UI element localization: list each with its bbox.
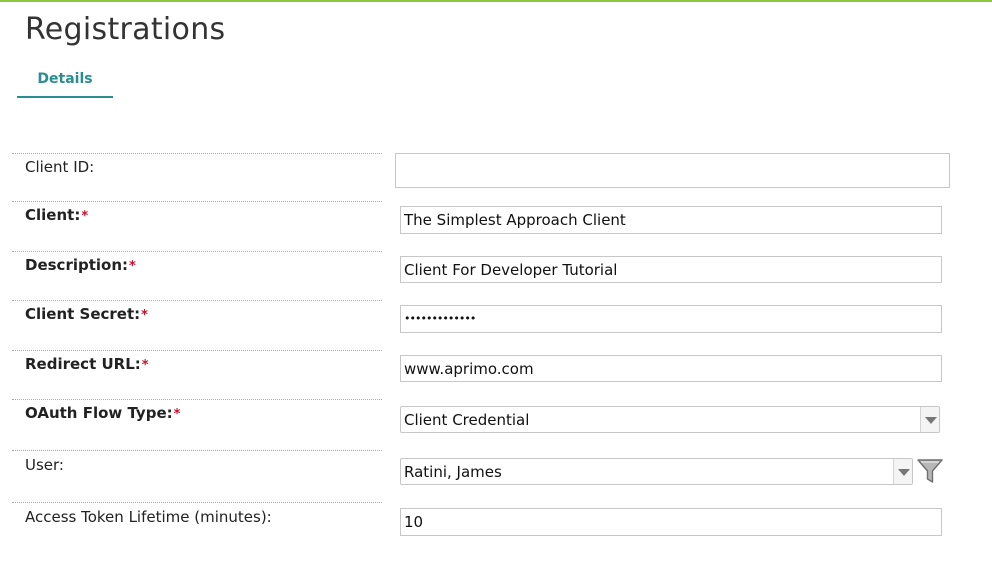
row-divider	[12, 153, 382, 154]
client-input[interactable]: The Simplest Approach Client	[400, 206, 942, 234]
description-label: Description:*	[25, 256, 136, 274]
page-title: Registrations	[25, 12, 226, 47]
client-label: Client:*	[25, 206, 88, 224]
row-divider	[12, 399, 382, 400]
user-value: Ratini, James	[404, 463, 502, 481]
tab-details[interactable]: Details	[17, 66, 113, 98]
oauth-flow-type-label: OAuth Flow Type:*	[25, 404, 180, 422]
funnel-icon[interactable]	[917, 458, 943, 484]
row-divider	[12, 502, 382, 503]
redirect-url-label: Redirect URL:*	[25, 355, 149, 373]
required-marker: *	[81, 209, 89, 224]
required-marker: *	[129, 259, 136, 274]
description-input[interactable]: Client For Developer Tutorial	[400, 256, 942, 283]
redirect-url-input[interactable]: www.aprimo.com	[400, 355, 942, 382]
redirect-url-label-text: Redirect URL:	[25, 355, 141, 373]
row-divider	[12, 350, 382, 351]
required-marker: *	[141, 358, 149, 373]
oauth-flow-type-label-text: OAuth Flow Type:	[25, 404, 173, 422]
client-label-text: Client:	[25, 206, 81, 224]
required-marker: *	[173, 407, 181, 422]
access-token-lifetime-input[interactable]: 10	[400, 508, 942, 536]
client-id-label: Client ID:	[25, 158, 95, 176]
access-token-lifetime-label: Access Token Lifetime (minutes):	[25, 508, 272, 526]
row-divider	[12, 300, 382, 301]
description-label-text: Description:	[25, 256, 129, 274]
oauth-flow-type-value: Client Credential	[404, 411, 530, 429]
oauth-flow-type-select[interactable]: Client Credential	[400, 406, 940, 433]
row-divider	[12, 450, 382, 451]
client-secret-input[interactable]: •••••••••••••	[400, 305, 942, 333]
row-divider	[12, 201, 382, 202]
client-id-input[interactable]	[395, 153, 950, 188]
chevron-down-icon[interactable]	[920, 407, 939, 432]
row-divider	[12, 251, 382, 252]
user-label: User:	[25, 456, 64, 474]
required-marker: *	[141, 308, 148, 323]
user-select[interactable]: Ratini, James	[400, 458, 913, 485]
top-accent-bar	[0, 0, 992, 2]
client-secret-label: Client Secret:*	[25, 305, 148, 323]
tab-details-label: Details	[37, 71, 93, 87]
client-secret-label-text: Client Secret:	[25, 305, 141, 323]
chevron-down-icon[interactable]	[893, 459, 912, 484]
